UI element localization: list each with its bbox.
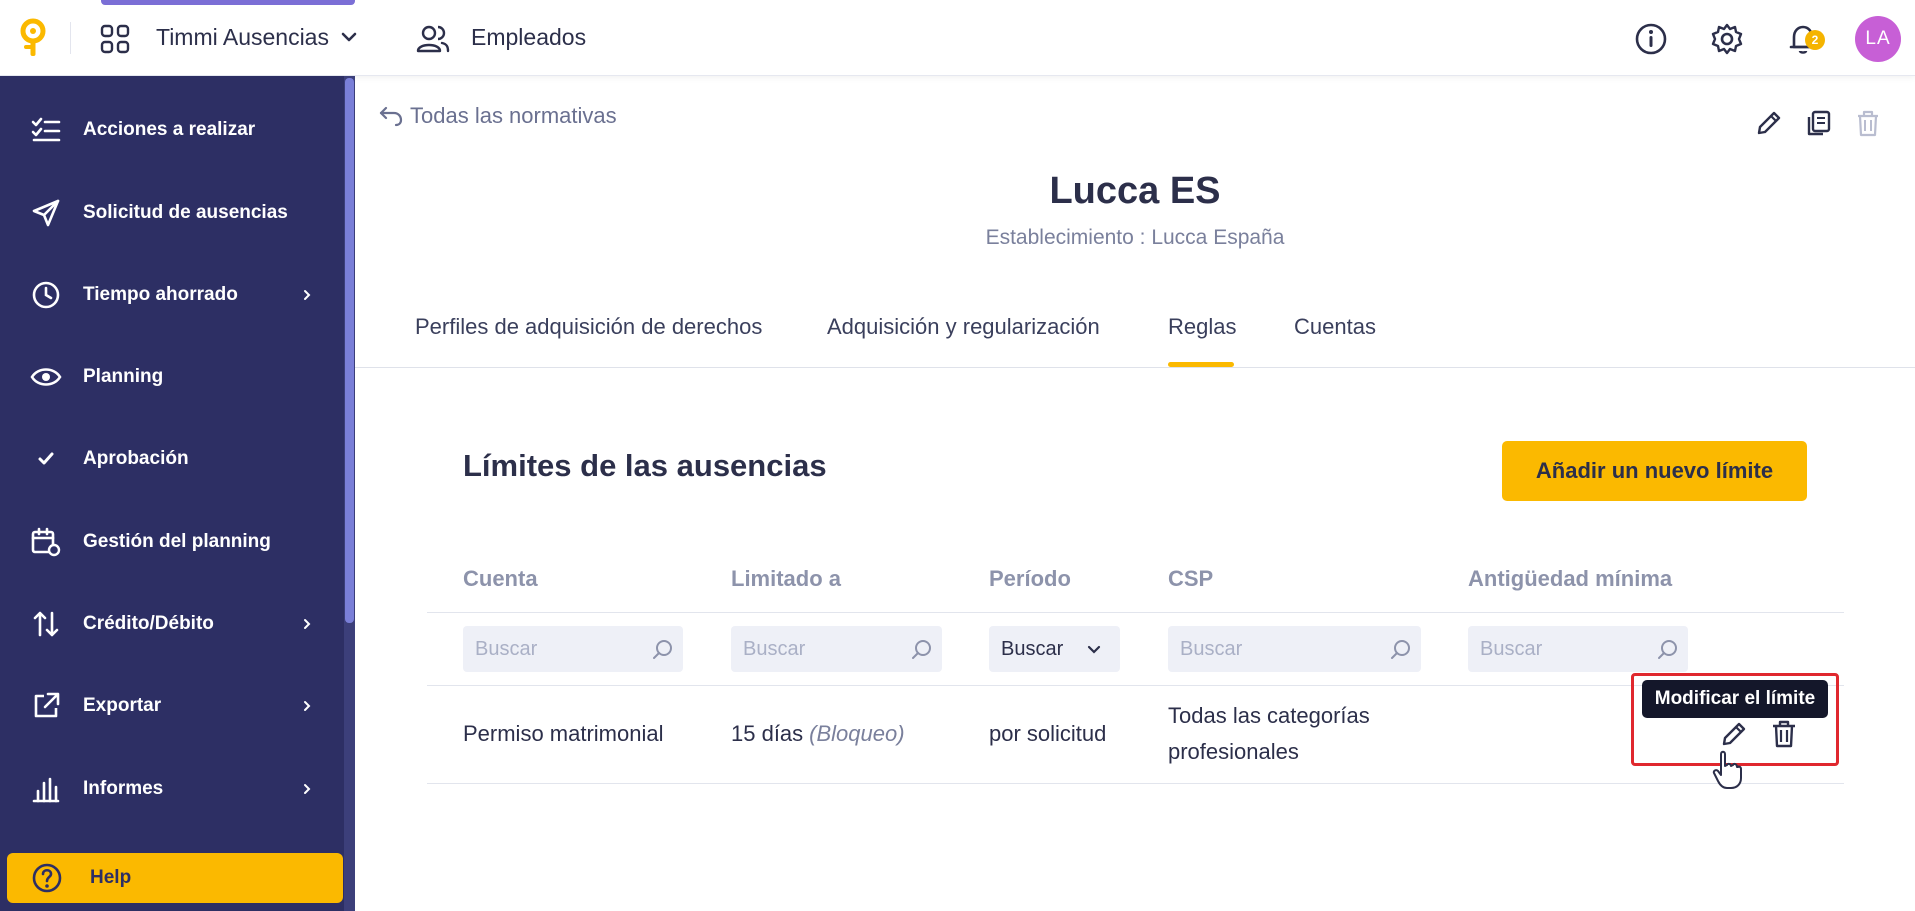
chevron-right-icon: [304, 619, 311, 629]
logo-divider: [70, 22, 71, 54]
top-bar: Timmi Ausencias Empleados 2 LA: [0, 0, 1915, 76]
search-icon: [1391, 640, 1410, 659]
chevron-right-icon: [304, 784, 311, 794]
help-label: Help: [90, 867, 132, 888]
clock-icon: [32, 281, 60, 309]
search-placeholder: Buscar: [743, 638, 806, 660]
trash-icon[interactable]: [1768, 718, 1800, 750]
tab-cuentas[interactable]: Cuentas: [1294, 314, 1376, 340]
sidebar-item-acciones[interactable]: Acciones a realizar: [0, 100, 340, 160]
back-link[interactable]: Todas las normativas: [378, 103, 617, 129]
sidebar-item-label: Gestión del planning: [83, 531, 271, 552]
column-header-periodo[interactable]: Período: [989, 566, 1071, 592]
sidebar-item-label: Crédito/Débito: [83, 613, 214, 634]
cell-limitado: 15 días (Bloqueo): [731, 721, 905, 747]
section-title: Límites de las ausencias: [463, 448, 827, 483]
sidebar-item-exportar[interactable]: Exportar: [0, 676, 340, 736]
external-link-icon: [34, 692, 60, 718]
employees-link[interactable]: Empleados: [471, 24, 586, 51]
tab-adquisicion[interactable]: Adquisición y regularización: [827, 314, 1100, 340]
cell-limitado-note: (Bloqueo): [809, 721, 905, 746]
users-icon[interactable]: [416, 22, 450, 56]
sidebar-item-label: Tiempo ahorrado: [83, 284, 238, 305]
tab-reglas[interactable]: Reglas: [1168, 314, 1236, 340]
sidebar-item-label: Acciones a realizar: [83, 119, 256, 140]
search-icon: [1658, 640, 1677, 659]
calendar-gear-icon: [31, 527, 61, 557]
column-header-limitado[interactable]: Limitado a: [731, 566, 841, 592]
sidebar-item-tiempo[interactable]: Tiempo ahorrado: [0, 265, 340, 325]
send-icon: [32, 199, 60, 227]
apps-grid-icon[interactable]: [100, 24, 130, 54]
help-circle-icon: [32, 863, 62, 893]
sidebar-item-label: Exportar: [83, 695, 162, 716]
tab-perfiles[interactable]: Perfiles de adquisición de derechos: [415, 314, 762, 340]
back-label: Todas las normativas: [410, 103, 617, 128]
search-limitado-input[interactable]: Buscar: [731, 626, 942, 672]
info-icon[interactable]: [1634, 22, 1668, 56]
tabs-divider: [355, 367, 1915, 368]
table-divider: [427, 612, 1844, 613]
bar-chart-icon: [32, 777, 60, 803]
page-title: Lucca ES: [1049, 170, 1221, 212]
add-limit-button[interactable]: Añadir un nuevo límite: [1502, 441, 1807, 501]
cell-periodo: por solicitud: [989, 721, 1107, 746]
sidebar-item-label: Solicitud de ausencias: [83, 202, 288, 223]
trash-icon: [1858, 110, 1878, 137]
column-header-csp[interactable]: CSP: [1168, 566, 1213, 592]
column-header-antiguedad[interactable]: Antigüedad mínima: [1468, 566, 1672, 592]
search-cuenta-input[interactable]: Buscar: [463, 626, 683, 672]
chevron-down-icon: [1087, 645, 1101, 654]
tooltip: Modificar el límite: [1642, 680, 1828, 718]
sidebar-item-aprobacion[interactable]: Aprobación: [0, 429, 340, 489]
sidebar-item-gestion[interactable]: Gestión del planning: [0, 512, 340, 572]
search-icon: [912, 640, 931, 659]
periodo-select[interactable]: Buscar: [989, 626, 1120, 672]
checklist-icon: [31, 117, 61, 142]
duplicate-icon[interactable]: [1804, 108, 1834, 138]
sidebar-scrollbar-thumb[interactable]: [345, 78, 354, 623]
cell-csp-line2: profesionales: [1168, 739, 1299, 764]
sidebar-item-informes[interactable]: Informes: [0, 759, 340, 819]
check-icon: [38, 452, 54, 465]
sidebar-item-planning[interactable]: Planning: [0, 347, 340, 407]
cell-csp-line1: Todas las categorías: [1168, 703, 1370, 728]
sidebar-item-solicitud[interactable]: Solicitud de ausencias: [0, 183, 340, 243]
search-antiguedad-input[interactable]: Buscar: [1468, 626, 1688, 672]
avatar[interactable]: LA: [1855, 16, 1901, 62]
table-divider: [427, 783, 1844, 784]
cell-limitado-value: 15 días: [731, 721, 804, 746]
app-switcher-label[interactable]: Timmi Ausencias: [156, 24, 329, 51]
sidebar-item-credito[interactable]: Crédito/Débito: [0, 594, 340, 654]
edit-icon[interactable]: [1718, 718, 1750, 750]
search-placeholder: Buscar: [475, 638, 538, 660]
chevron-down-icon[interactable]: [340, 28, 358, 46]
chevron-right-icon: [304, 701, 311, 711]
back-arrow-icon: [379, 106, 403, 127]
sidebar-item-label: Planning: [83, 366, 164, 387]
cell-cuenta: Permiso matrimonial: [463, 721, 664, 746]
gear-icon[interactable]: [1710, 22, 1744, 56]
eye-icon: [30, 368, 62, 386]
chevron-right-icon: [304, 290, 311, 300]
search-placeholder: Buscar: [1180, 638, 1243, 660]
edit-icon[interactable]: [1754, 108, 1784, 138]
sidebar-item-label: Aprobación: [83, 448, 189, 469]
search-csp-input[interactable]: Buscar: [1168, 626, 1421, 672]
search-icon: [653, 640, 672, 659]
sort-arrows-icon: [33, 611, 59, 637]
hand-cursor-icon: [1712, 750, 1742, 789]
help-button[interactable]: Help: [7, 853, 343, 903]
sidebar-item-label: Informes: [83, 778, 164, 799]
search-placeholder: Buscar: [1480, 638, 1543, 660]
notification-badge: 2: [1805, 30, 1825, 50]
page-subtitle: Establecimiento : Lucca España: [985, 226, 1285, 249]
periodo-select-value: Buscar: [1001, 638, 1064, 660]
active-app-indicator: [101, 0, 355, 5]
lucca-logo-icon[interactable]: [18, 18, 48, 58]
column-header-cuenta[interactable]: Cuenta: [463, 566, 538, 592]
